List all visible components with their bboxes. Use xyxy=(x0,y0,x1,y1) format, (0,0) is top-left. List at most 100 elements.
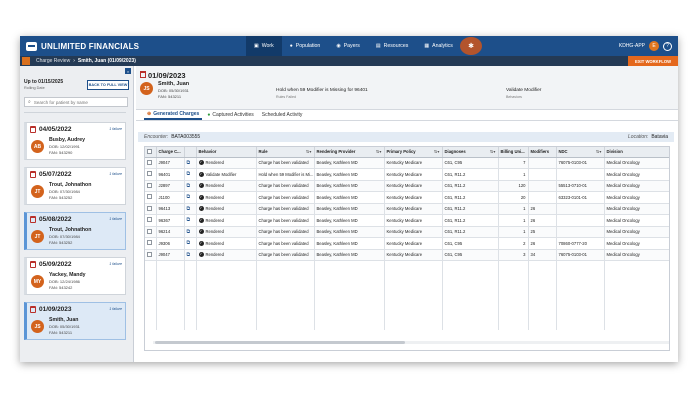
external-link-icon[interactable]: ⧉ xyxy=(187,229,191,235)
search-box[interactable]: ⌕ xyxy=(24,97,128,107)
table-row[interactable]: 96413 ⧉ ✓ Rendered Charge has been validated… xyxy=(145,203,669,215)
row-select-cell[interactable] xyxy=(145,237,157,250)
nav-resources[interactable]: ▤ Resources xyxy=(368,36,417,56)
avatar: MY xyxy=(31,275,44,288)
row-select-cell[interactable] xyxy=(145,203,157,215)
checkbox[interactable] xyxy=(147,240,152,246)
cell-behavior: ✓ Rendered xyxy=(196,180,257,192)
external-link-icon[interactable]: ⧉ xyxy=(187,206,191,212)
table-row[interactable]: J9047 ⧉ ✓ Rendered Charge has been validated… xyxy=(145,249,669,261)
row-select-cell[interactable] xyxy=(145,191,157,204)
col-rule[interactable]: Rule ⇅▾ xyxy=(256,147,315,158)
encounter-card[interactable]: 05/07/2022 1 failure JT Trout, Johnathon… xyxy=(24,167,126,205)
external-link-icon[interactable]: ⧉ xyxy=(187,183,191,189)
empty-cell xyxy=(556,272,605,284)
encounter-card[interactable]: 05/09/2022 1 failure MY Yackey, Mandy DO… xyxy=(24,257,126,295)
checkbox[interactable] xyxy=(147,228,152,234)
table-row[interactable]: J2897 ⧉ ✓ Rendered Charge has been validated… xyxy=(145,180,669,192)
checkbox[interactable] xyxy=(147,159,152,165)
empty-cell xyxy=(256,318,315,330)
col-behavior[interactable]: Behavior xyxy=(196,147,257,158)
sort-filter-icon[interactable]: ⇅▾ xyxy=(376,149,382,154)
external-link-icon[interactable]: ⧉ xyxy=(187,160,191,166)
cell-diagnoses: C61, R11.2 xyxy=(442,203,499,215)
tab-generated-charges[interactable]: ⊕ Generated Charges xyxy=(144,110,203,120)
patient-fan: FAN: 543242 xyxy=(49,285,73,290)
tab-scheduled-activity[interactable]: Scheduled Activity xyxy=(259,110,306,120)
patient-header: 01/09/2023 JS Smith, Juan DOB: 05/30/193… xyxy=(136,66,678,110)
tab-captured-activities[interactable]: ● Captured Activities xyxy=(204,110,256,120)
behavior-text: Rendered xyxy=(205,252,224,258)
nav-work[interactable]: ▣ Work xyxy=(246,36,282,56)
sort-filter-icon[interactable]: ⇅▾ xyxy=(434,149,440,154)
horizontal-scrollbar[interactable] xyxy=(153,341,669,344)
row-select-cell[interactable] xyxy=(145,168,157,181)
col-billing-units[interactable]: Billing Uni... xyxy=(498,147,529,158)
sort-filter-icon[interactable]: ⇅▾ xyxy=(596,149,602,154)
col-division[interactable]: Division xyxy=(604,147,669,158)
cell-rule: Charge has been validated xyxy=(256,180,315,192)
cell-charge-code: J9047 xyxy=(156,157,185,169)
sidebar-toggle-icon[interactable] xyxy=(22,57,30,65)
encounter-card[interactable]: 04/05/2022 1 failure AB Busby, Audrey DO… xyxy=(24,122,126,160)
checkbox[interactable] xyxy=(147,182,152,188)
checkbox[interactable] xyxy=(147,194,152,200)
table-row[interactable]: J9306 ⧉ ✓ Rendered Charge has been validated… xyxy=(145,237,669,250)
brand[interactable]: UNLIMITED FINANCIALS xyxy=(20,41,246,51)
row-select-cell[interactable] xyxy=(145,214,157,227)
col-diagnoses[interactable]: Diagnoses ⇅▾ xyxy=(442,147,499,158)
row-select-cell[interactable] xyxy=(145,180,157,192)
table-row[interactable]: 96401 ⧉ ✓ Validate Modifier Hold when 59 Mod… xyxy=(145,168,669,181)
external-link-icon[interactable]: ⧉ xyxy=(187,252,191,258)
main-nav: ▣ Work ● Population ◉ Payers ▤ Resources ▦ An… xyxy=(246,36,461,56)
sort-filter-icon[interactable]: ⇅▾ xyxy=(490,149,496,154)
empty-row xyxy=(145,260,669,272)
cell-rule: Charge has been validated xyxy=(256,226,315,238)
external-link-icon[interactable]: ⧉ xyxy=(187,171,191,177)
help-icon[interactable]: ? xyxy=(663,41,672,51)
row-select-cell[interactable] xyxy=(145,226,157,238)
external-link-icon[interactable]: ⧉ xyxy=(187,194,191,200)
table-row[interactable]: 96214 ⧉ ✓ Rendered Charge has been validated… xyxy=(145,226,669,238)
col-ndc[interactable]: NDC ⇅▾ xyxy=(556,147,605,158)
exit-workflow-button[interactable]: EXIT WORKFLOW xyxy=(628,56,678,66)
col-modifiers[interactable]: Modifiers xyxy=(528,147,557,158)
search-input[interactable] xyxy=(33,99,122,105)
encounter-card[interactable]: 01/09/2023 1 failure JS Smith, Juan DOB:… xyxy=(24,302,126,340)
cell-primary-policy: Kentucky Medicare xyxy=(384,180,443,192)
external-link-icon[interactable]: ⧉ xyxy=(187,217,191,223)
empty-cell xyxy=(314,318,385,330)
sort-filter-icon[interactable]: ⇅▾ xyxy=(306,149,312,154)
nav-payers[interactable]: ◉ Payers xyxy=(328,36,368,56)
row-select-cell[interactable] xyxy=(145,157,157,169)
col-primary-policy[interactable]: Primary Policy ⇅▾ xyxy=(384,147,443,158)
col-charge-code[interactable]: Charge C... xyxy=(156,147,185,158)
encounter-card[interactable]: 05/08/2022 1 failure JT Trout, Johnathon… xyxy=(24,212,126,250)
back-to-full-view-button[interactable]: BACK TO FULL VIEW xyxy=(87,80,129,90)
checkbox[interactable] xyxy=(147,251,152,257)
cell-primary-policy: Kentucky Medicare xyxy=(384,191,443,204)
table-row[interactable]: J1100 ⧉ ✓ Rendered Charge has been validated… xyxy=(145,191,669,204)
breadcrumb[interactable]: Charge Review xyxy=(36,58,70,64)
external-link-icon[interactable]: ⧉ xyxy=(187,240,191,246)
scrollbar-thumb[interactable] xyxy=(155,341,405,344)
cell-division: Medical Oncology xyxy=(604,168,669,181)
nav-analytics[interactable]: ▦ Analytics xyxy=(416,36,461,56)
select-all-checkbox[interactable] xyxy=(145,147,157,158)
checkbox[interactable] xyxy=(147,205,152,211)
checkbox[interactable] xyxy=(147,148,152,154)
checkbox[interactable] xyxy=(147,217,152,223)
nav-population[interactable]: ● Population xyxy=(282,36,329,56)
cell-charge-code: J2897 xyxy=(156,180,185,192)
cell-division: Medical Oncology xyxy=(604,214,669,227)
col-rendering-provider[interactable]: Rendering Provider ⇅▾ xyxy=(314,147,385,158)
charges-icon: ⊕ xyxy=(147,111,152,117)
table-row[interactable]: J9047 ⧉ ✓ Rendered Charge has been validated… xyxy=(145,157,669,169)
close-icon[interactable]: × xyxy=(125,68,131,74)
row-select-cell[interactable] xyxy=(145,249,157,261)
user-menu[interactable]: KDHG-APP E ? xyxy=(619,36,672,56)
checkbox[interactable] xyxy=(147,171,152,177)
cell-rule: Charge has been validated xyxy=(256,214,315,227)
user-avatar[interactable]: E xyxy=(649,41,659,51)
table-row[interactable]: 96367 ⧉ ✓ Rendered Charge has been validated… xyxy=(145,214,669,227)
